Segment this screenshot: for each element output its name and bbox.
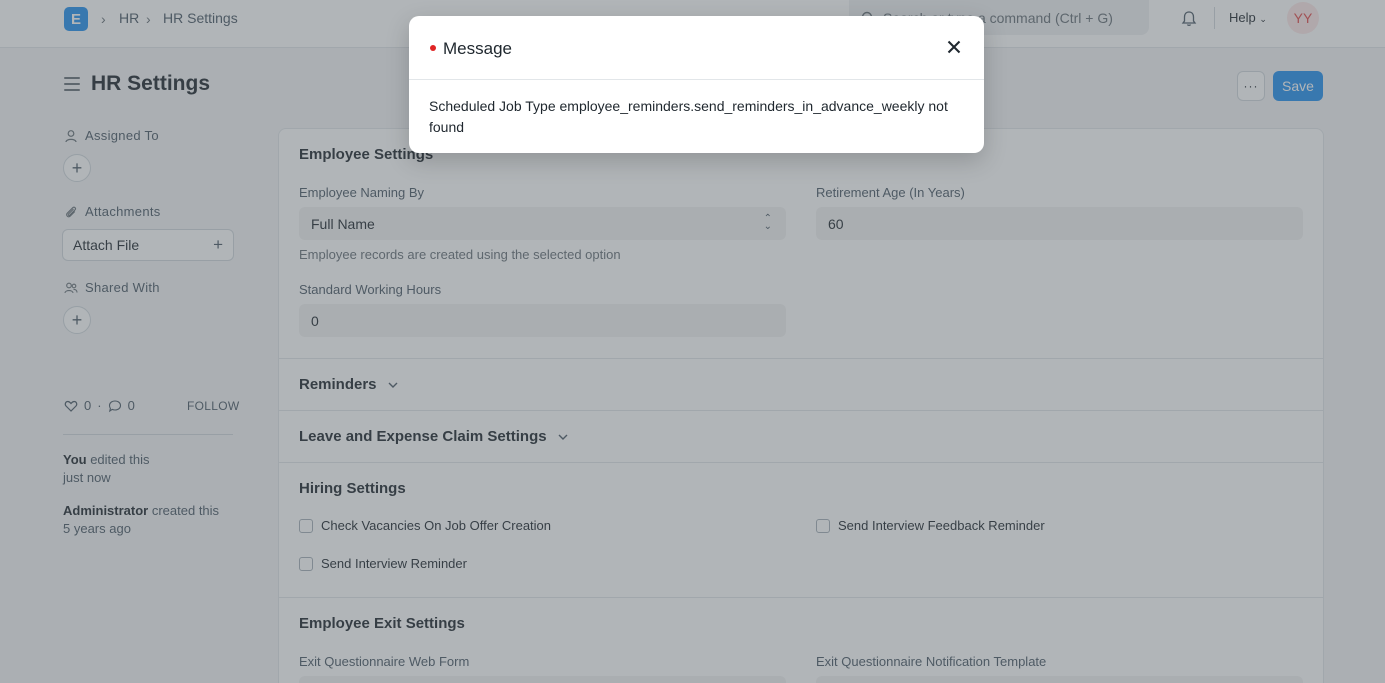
dialog-header: Message xyxy=(409,16,984,80)
error-indicator-icon xyxy=(430,45,436,51)
message-dialog: Message Scheduled Job Type employee_remi… xyxy=(409,16,984,153)
dialog-title: Message xyxy=(443,39,512,58)
close-button[interactable] xyxy=(943,36,965,58)
dialog-message: Scheduled Job Type employee_reminders.se… xyxy=(429,98,948,135)
close-icon xyxy=(947,40,961,54)
